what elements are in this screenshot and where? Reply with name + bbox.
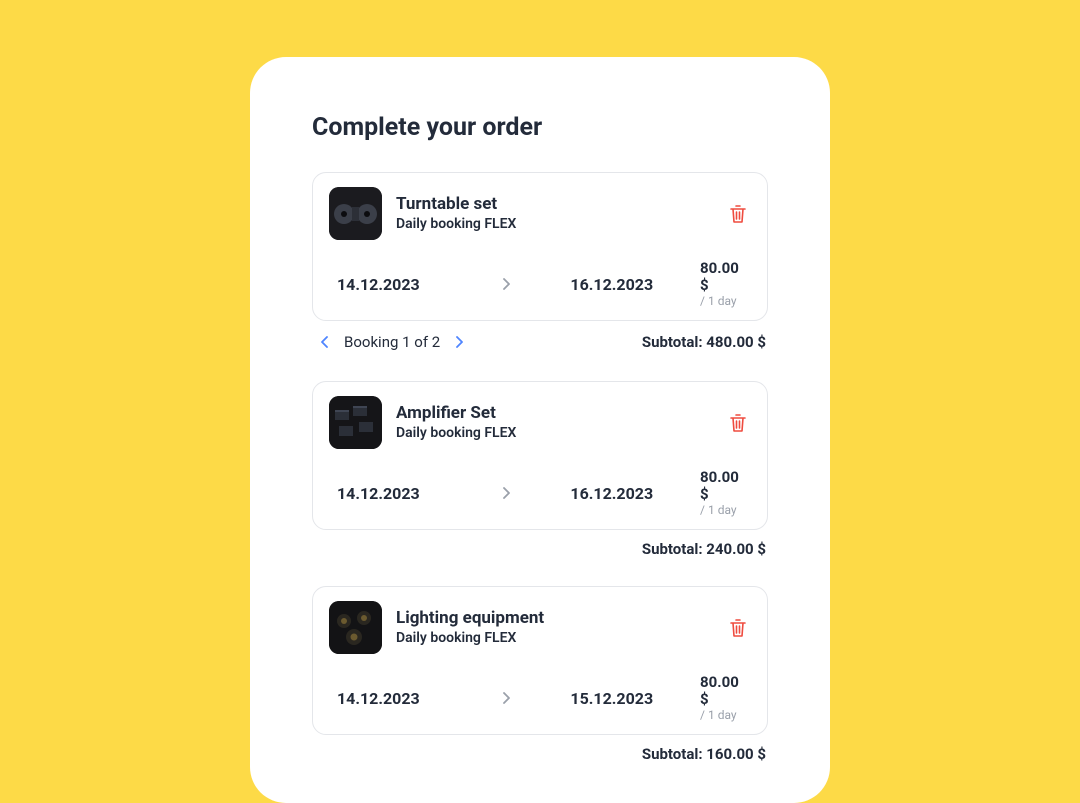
item-header: Lighting equipment Daily booking FLEX	[329, 601, 751, 654]
item-info: Lighting equipment Daily booking FLEX	[396, 609, 711, 646]
end-date[interactable]: 16.12.2023	[570, 484, 700, 503]
price-block: 80.00 $ / 1 day	[700, 674, 751, 722]
item-subtitle: Daily booking FLEX	[396, 216, 711, 232]
pager-prev-button[interactable]	[314, 331, 336, 353]
pager-label: Booking 1 of 2	[344, 333, 440, 351]
delete-button[interactable]	[725, 201, 751, 227]
chevron-right-icon	[502, 278, 510, 290]
chevron-left-icon	[321, 336, 329, 348]
trash-icon	[729, 413, 747, 433]
item-info: Amplifier Set Daily booking FLEX	[396, 404, 711, 441]
item-footer: Booking 1 of 2 Subtotal: 480.00 $	[312, 331, 768, 353]
trash-icon	[729, 618, 747, 638]
item-dates: 14.12.2023 15.12.2023 80.00 $ / 1 day	[329, 674, 751, 722]
date-separator	[487, 278, 527, 290]
order-item: Amplifier Set Daily booking FLEX 14.12.2…	[312, 381, 768, 530]
item-footer: Subtotal: 160.00 $	[312, 745, 766, 763]
item-name: Amplifier Set	[396, 404, 711, 424]
price-unit: / 1 day	[700, 294, 751, 308]
page-title: Complete your order	[312, 113, 768, 142]
item-name: Turntable set	[396, 195, 711, 215]
item-footer: Subtotal: 240.00 $	[312, 540, 766, 558]
end-date[interactable]: 16.12.2023	[570, 275, 700, 294]
item-thumbnail	[329, 187, 382, 240]
item-header: Amplifier Set Daily booking FLEX	[329, 396, 751, 449]
chevron-right-icon	[502, 692, 510, 704]
item-thumbnail	[329, 601, 382, 654]
price: 80.00 $	[700, 469, 751, 502]
subtotal: Subtotal: 160.00 $	[642, 745, 766, 763]
item-subtitle: Daily booking FLEX	[396, 425, 711, 441]
subtotal: Subtotal: 240.00 $	[642, 540, 766, 558]
pager: Booking 1 of 2	[314, 331, 470, 353]
delete-button[interactable]	[725, 410, 751, 436]
subtotal: Subtotal: 480.00 $	[642, 333, 766, 351]
order-card: Complete your order Turntable set Daily …	[250, 57, 830, 803]
item-name: Lighting equipment	[396, 609, 711, 629]
start-date[interactable]: 14.12.2023	[337, 275, 487, 294]
item-dates: 14.12.2023 16.12.2023 80.00 $ / 1 day	[329, 469, 751, 517]
order-item: Turntable set Daily booking FLEX 14.12.2…	[312, 172, 768, 321]
item-thumbnail	[329, 396, 382, 449]
end-date[interactable]: 15.12.2023	[570, 689, 700, 708]
chevron-right-icon	[502, 487, 510, 499]
order-item: Lighting equipment Daily booking FLEX 14…	[312, 586, 768, 735]
pager-next-button[interactable]	[448, 331, 470, 353]
date-separator	[487, 692, 527, 704]
start-date[interactable]: 14.12.2023	[337, 689, 487, 708]
item-header: Turntable set Daily booking FLEX	[329, 187, 751, 240]
item-subtitle: Daily booking FLEX	[396, 630, 711, 646]
date-separator	[487, 487, 527, 499]
item-dates: 14.12.2023 16.12.2023 80.00 $ / 1 day	[329, 260, 751, 308]
delete-button[interactable]	[725, 615, 751, 641]
trash-icon	[729, 204, 747, 224]
price: 80.00 $	[700, 674, 751, 707]
start-date[interactable]: 14.12.2023	[337, 484, 487, 503]
item-info: Turntable set Daily booking FLEX	[396, 195, 711, 232]
price: 80.00 $	[700, 260, 751, 293]
price-block: 80.00 $ / 1 day	[700, 469, 751, 517]
price-block: 80.00 $ / 1 day	[700, 260, 751, 308]
chevron-right-icon	[455, 336, 463, 348]
price-unit: / 1 day	[700, 503, 751, 517]
